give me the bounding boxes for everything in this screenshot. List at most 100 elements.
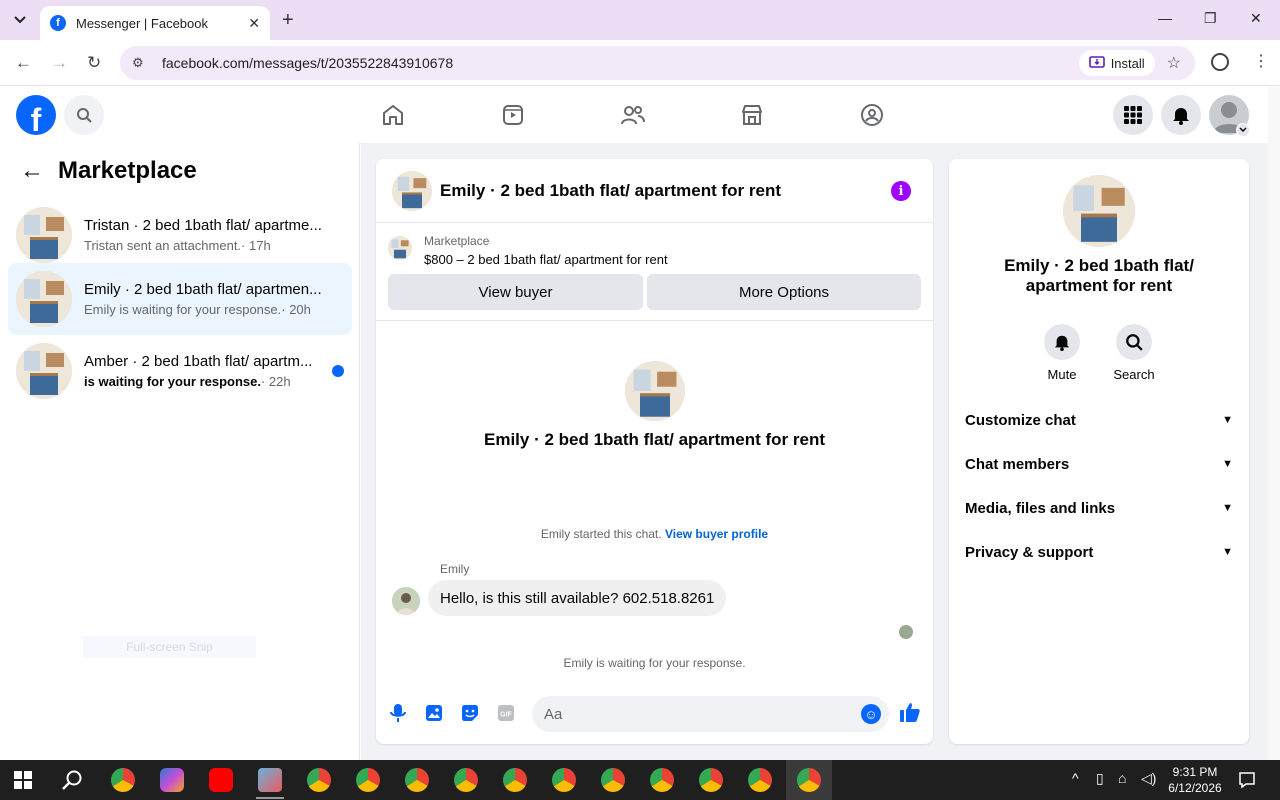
address-bar[interactable]: ⚙ facebook.com/messages/t/20355228439106… xyxy=(120,46,1195,80)
restore-icon[interactable]: ❐ xyxy=(1204,10,1217,27)
listing-thumbnail xyxy=(388,236,412,260)
marketplace-listing-card: Marketplace $800 – 2 bed 1bath flat/ apa… xyxy=(376,224,933,321)
minimize-icon[interactable]: — xyxy=(1158,10,1172,26)
nav-friends[interactable] xyxy=(617,99,649,131)
browser-profile-icon[interactable] xyxy=(1211,53,1229,71)
taskbar-clock[interactable]: 9:31 PM 6/12/2026 xyxy=(1160,764,1230,796)
copilot-icon[interactable] xyxy=(160,768,184,792)
chevron-down-icon: ▼ xyxy=(1222,502,1233,514)
browser-tab-messenger[interactable]: f Messenger | Facebook ✕ xyxy=(40,6,270,40)
youtube-icon[interactable] xyxy=(209,768,233,792)
marketplace-label: Marketplace xyxy=(424,234,490,248)
taskbar-search-icon[interactable] xyxy=(61,769,83,791)
chrome-profile-icon[interactable] xyxy=(699,768,723,792)
chrome-active-profile-icon[interactable] xyxy=(797,768,821,792)
chrome-profile-icon[interactable] xyxy=(552,768,576,792)
more-options-button[interactable]: More Options xyxy=(647,274,921,310)
listing-thumbnail xyxy=(16,343,72,399)
windows-start-icon[interactable] xyxy=(14,771,32,789)
close-window-icon[interactable]: ✕ xyxy=(1250,10,1262,27)
site-settings-icon[interactable]: ⚙ xyxy=(132,55,148,71)
chat-header[interactable]: Emily · 2 bed 1bath flat/ apartment for … xyxy=(376,159,933,223)
sticker-button[interactable] xyxy=(459,702,481,724)
conversation-item-tristan[interactable]: Tristan · 2 bed 1bath flat/ apartme... T… xyxy=(8,199,352,271)
info-avatar xyxy=(1063,175,1135,247)
info-name: Emily · 2 bed 1bath flat/ apartment for … xyxy=(1004,256,1194,295)
gif-button[interactable]: GIF xyxy=(495,702,517,724)
browser-menu-icon[interactable]: ⋮ xyxy=(1253,51,1269,71)
bookmark-star-icon[interactable]: ☆ xyxy=(1167,53,1181,73)
chat-started-notice: Emily started this chat. View buyer prof… xyxy=(540,527,769,541)
message-bubble[interactable]: Hello, is this still available? 602.518.… xyxy=(428,580,727,616)
clock-date: 6/12/2026 xyxy=(1168,781,1222,795)
back-arrow-icon[interactable]: ← xyxy=(20,157,44,185)
view-buyer-button[interactable]: View buyer xyxy=(388,274,643,310)
snip-overlay-label: Full-screen Snip xyxy=(83,636,256,658)
view-buyer-profile-link[interactable]: View buyer profile xyxy=(665,527,768,541)
mute-button[interactable]: Mute xyxy=(1032,324,1092,382)
seen-receipt-avatar xyxy=(899,625,913,639)
attach-photo-button[interactable] xyxy=(423,702,445,724)
facebook-logo-icon[interactable]: f xyxy=(16,95,56,135)
chrome-icon[interactable] xyxy=(111,768,135,792)
conversation-intro-name: Emily · 2 bed 1bath flat/ apartment for … xyxy=(483,430,825,449)
close-tab-icon[interactable]: ✕ xyxy=(248,15,260,32)
forward-arrow-icon[interactable]: → xyxy=(51,53,68,73)
page-scrollbar[interactable] xyxy=(1268,87,1280,760)
chrome-profile-icon[interactable] xyxy=(405,768,429,792)
search-in-conversation-button[interactable]: Search xyxy=(1104,324,1164,382)
snipping-tool-icon[interactable] xyxy=(258,768,282,792)
facebook-header: f xyxy=(0,87,1268,143)
chrome-profile-icon[interactable] xyxy=(650,768,674,792)
svg-text:GIF: GIF xyxy=(500,712,512,719)
facebook-search-button[interactable] xyxy=(64,95,104,135)
url-text[interactable]: facebook.com/messages/t/2035522843910678 xyxy=(162,55,1079,71)
notifications-button[interactable] xyxy=(1161,95,1201,135)
install-app-button[interactable]: Install xyxy=(1078,50,1155,76)
chrome-profile-icon[interactable] xyxy=(503,768,527,792)
chrome-profile-icon[interactable] xyxy=(601,768,625,792)
chrome-profile-icon[interactable] xyxy=(307,768,331,792)
network-icon[interactable]: ⌂ xyxy=(1118,770,1126,786)
conversation-item-amber[interactable]: Amber · 2 bed 1bath flat/ apartm... is w… xyxy=(8,335,352,407)
friends-icon xyxy=(621,106,645,125)
install-icon xyxy=(1088,56,1105,68)
notification-center-icon[interactable] xyxy=(1238,771,1256,789)
tab-search-button[interactable] xyxy=(8,8,32,32)
microphone-icon xyxy=(390,704,406,722)
marketplace-header: ← Marketplace xyxy=(20,157,197,185)
media-files-links-section[interactable]: Media, files and links ▼ xyxy=(965,493,1233,523)
volume-icon[interactable]: ◁) xyxy=(1141,770,1156,787)
chat-title: Emily · 2 bed 1bath flat/ apartment for … xyxy=(440,180,782,200)
emoji-icon[interactable]: ☺ xyxy=(861,704,881,724)
customize-chat-section[interactable]: Customize chat ▼ xyxy=(965,405,1233,435)
message-sender-name: Emily xyxy=(440,562,470,576)
listing-thumbnail xyxy=(16,207,72,263)
reload-icon[interactable]: ↻ xyxy=(87,53,101,73)
chat-info-panel: Emily · 2 bed 1bath flat/ apartment for … xyxy=(949,159,1249,744)
privacy-support-section[interactable]: Privacy & support ▼ xyxy=(965,537,1233,567)
marketplace-title: Marketplace xyxy=(58,157,197,184)
nav-video[interactable] xyxy=(497,99,529,131)
like-button[interactable] xyxy=(899,701,921,723)
waiting-notice: Emily is waiting for your response. xyxy=(563,656,746,670)
nav-home[interactable] xyxy=(377,99,409,131)
chrome-profile-icon[interactable] xyxy=(454,768,478,792)
battery-icon[interactable]: ▯ xyxy=(1096,770,1104,787)
tray-overflow-icon[interactable]: ^ xyxy=(1072,770,1079,786)
nav-gaming[interactable] xyxy=(856,99,888,131)
listing-price-title[interactable]: $800 – 2 bed 1bath flat/ apartment for r… xyxy=(424,252,668,267)
back-arrow-icon[interactable]: ← xyxy=(15,53,32,73)
new-tab-icon[interactable]: + xyxy=(282,9,294,32)
chrome-profile-icon[interactable] xyxy=(748,768,772,792)
info-icon[interactable]: i xyxy=(891,181,911,201)
message-input[interactable]: Aa ☺ xyxy=(532,696,889,732)
chrome-profile-icon[interactable] xyxy=(356,768,380,792)
conversation-item-emily[interactable]: Emily · 2 bed 1bath flat/ apartmen... Em… xyxy=(8,263,352,335)
voice-clip-button[interactable] xyxy=(387,702,409,724)
sender-avatar[interactable] xyxy=(392,587,420,615)
chat-members-section[interactable]: Chat members ▼ xyxy=(965,449,1233,479)
nav-marketplace[interactable] xyxy=(736,99,768,131)
menu-button[interactable] xyxy=(1113,95,1153,135)
account-chevron-icon[interactable] xyxy=(1236,123,1250,137)
